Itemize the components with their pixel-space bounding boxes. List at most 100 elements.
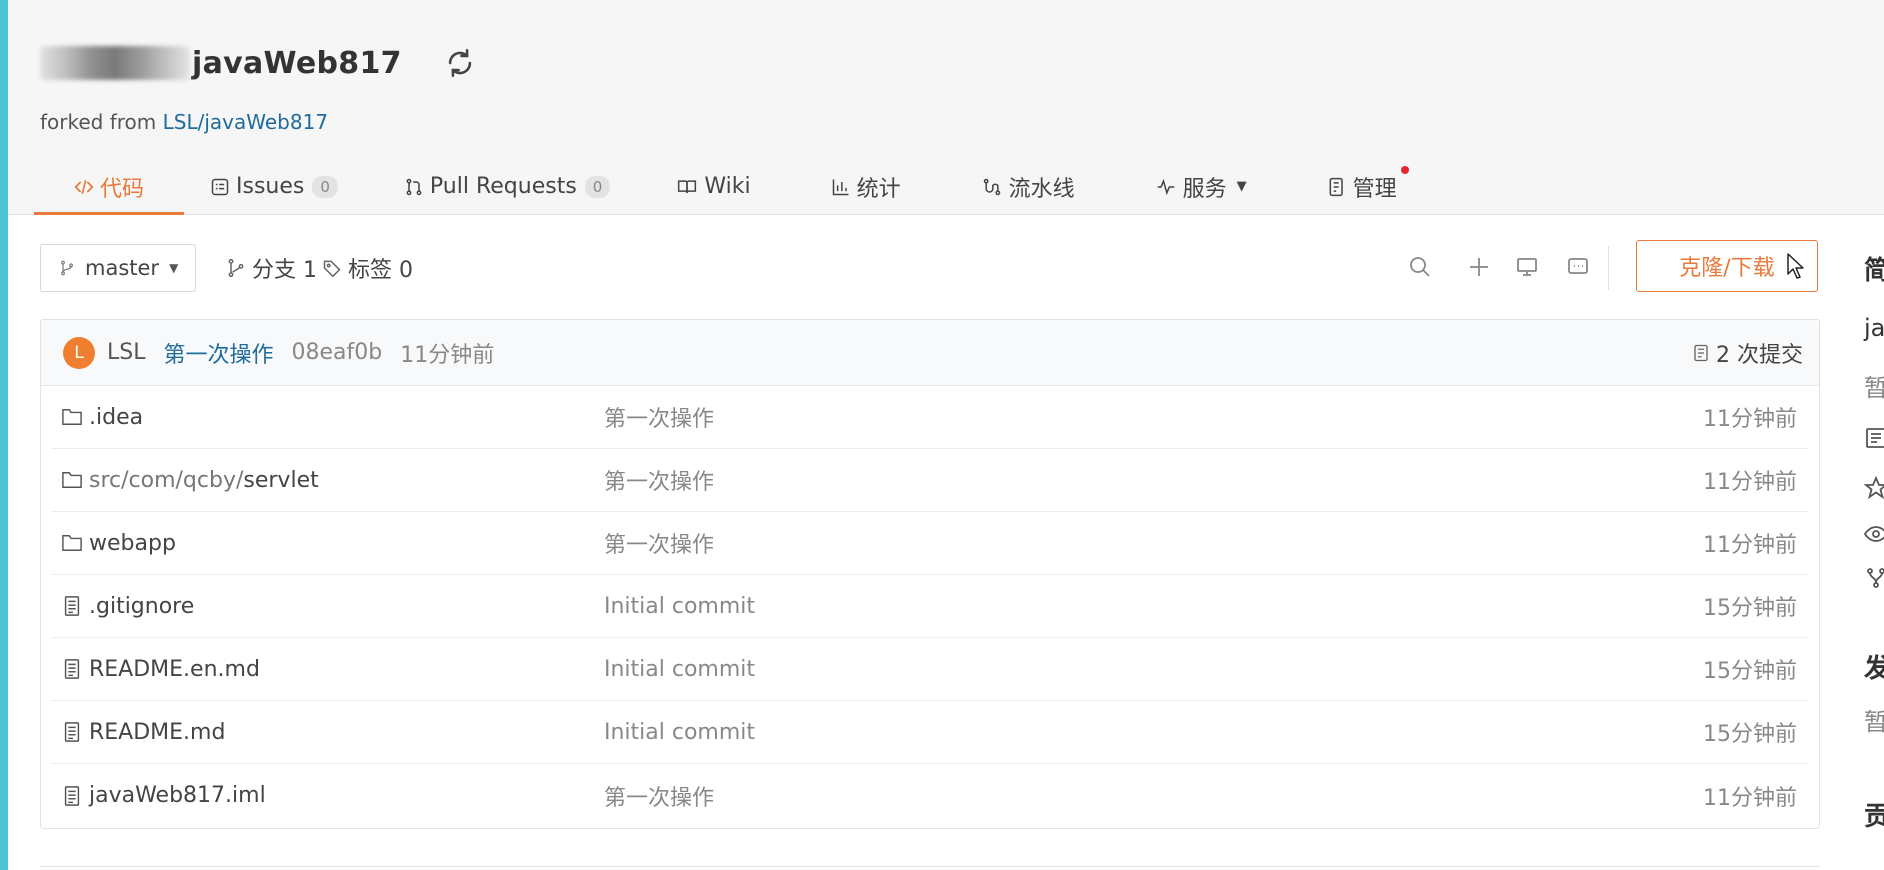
file-name-cell[interactable]: README.md [61, 720, 225, 745]
repo-toolbar: master ▼ 分支 1 标签 0 克隆/下载 [40, 240, 1820, 296]
tab-code[interactable]: 代码 [33, 158, 185, 215]
search-icon[interactable] [1405, 252, 1435, 282]
blurred-owner-name [40, 46, 190, 80]
file-name: javaWeb817.iml [89, 783, 266, 808]
file-commit-message[interactable]: 第一次操作 [604, 527, 714, 559]
tab-pull-requests[interactable]: Pull Requests 0 [404, 158, 611, 215]
tab-stats[interactable]: 统计 [831, 158, 901, 215]
file-icon [61, 785, 83, 807]
tab-manage[interactable]: 管理 [1327, 158, 1409, 215]
pipeline-icon [981, 177, 1003, 197]
tab-label: 管理 [1352, 176, 1397, 202]
branch-select[interactable]: master ▼ [40, 244, 196, 292]
table-row[interactable]: .gitignore Initial commit 15分钟前 [51, 575, 1809, 638]
clone-download-button[interactable]: 克隆/下载 [1636, 240, 1818, 292]
table-row[interactable]: javaWeb817.iml 第一次操作 11分钟前 [51, 764, 1809, 827]
repo-sidebar: 简 ja 暂 发 暂 贡 [1860, 240, 1884, 870]
table-row[interactable]: src/com/qcby/servlet 第一次操作 11分钟前 [51, 449, 1809, 512]
table-row[interactable]: README.en.md Initial commit 15分钟前 [51, 638, 1809, 701]
table-row[interactable]: .idea 第一次操作 11分钟前 [51, 386, 1809, 449]
file-name-cell[interactable]: src/com/qcby/servlet [61, 468, 319, 493]
repo-header: javaWeb817 forked from LSL/javaWeb817 代码… [8, 0, 1884, 215]
web-ide-icon[interactable] [1512, 252, 1542, 282]
caret-down-icon: ▼ [169, 261, 179, 275]
folder-icon [61, 470, 83, 490]
watch-icon[interactable] [1863, 522, 1884, 552]
branches-count: 分支 1 [252, 258, 317, 283]
file-commit-message[interactable]: 第一次操作 [604, 464, 714, 496]
file-time: 15分钟前 [1703, 659, 1797, 684]
file-time: 11分钟前 [1703, 533, 1797, 558]
file-name: webapp [89, 530, 176, 556]
code-icon [74, 177, 94, 197]
file-name-cell[interactable]: webapp [61, 531, 176, 556]
manage-icon [1327, 177, 1347, 197]
clone-label: 克隆/下载 [1679, 256, 1775, 281]
service-icon [1155, 177, 1177, 197]
sidebar-heading-releases: 发 [1864, 654, 1884, 684]
branch-name: master [85, 256, 160, 280]
tab-label: 统计 [856, 176, 901, 202]
file-name: README.en.md [89, 656, 260, 682]
table-row[interactable]: README.md Initial commit 15分钟前 [51, 701, 1809, 764]
mouse-cursor-icon [1787, 253, 1805, 285]
commit-sha[interactable]: 08eaf0b [292, 340, 383, 365]
commit-author[interactable]: LSL [107, 340, 145, 365]
star-icon[interactable] [1863, 475, 1884, 506]
pull-requests-count-badge: 0 [584, 175, 611, 198]
tab-pipeline[interactable]: 流水线 [981, 158, 1075, 215]
repo-tabs: 代码 Issues 0 Pull Requests 0 Wiki 统计 流水线 [33, 158, 1409, 215]
folder-icon [61, 407, 83, 427]
file-time: 15分钟前 [1703, 596, 1797, 621]
repo-title-row: javaWeb817 [40, 38, 478, 88]
tag-icon [322, 258, 342, 278]
commit-message-link[interactable]: 第一次操作 [163, 337, 273, 369]
file-name-cell[interactable]: javaWeb817.iml [61, 783, 266, 808]
tab-service[interactable]: 服务 ▼ [1155, 158, 1247, 215]
avatar[interactable]: L [63, 336, 95, 369]
notification-dot [1400, 166, 1409, 174]
file-commit-message[interactable]: Initial commit [604, 594, 755, 619]
branches-link[interactable]: 分支 1 [226, 252, 317, 284]
file-name-cell[interactable]: .idea [61, 405, 143, 430]
table-row[interactable]: webapp 第一次操作 11分钟前 [51, 512, 1809, 575]
repo-name[interactable]: javaWeb817 [192, 46, 402, 81]
tab-label: Issues [236, 174, 305, 199]
file-commit-message[interactable]: 第一次操作 [604, 401, 714, 433]
file-time: 11分钟前 [1703, 470, 1797, 495]
file-name: servlet [243, 467, 319, 493]
branch-icon [226, 258, 246, 278]
commits-icon [1692, 342, 1710, 364]
forked-from: forked from LSL/javaWeb817 [40, 110, 328, 134]
sync-icon[interactable] [442, 45, 478, 81]
file-commit-message[interactable]: 第一次操作 [604, 780, 714, 812]
forked-source-link[interactable]: LSL/javaWeb817 [163, 110, 328, 134]
file-icon [61, 658, 83, 680]
latest-commit-row: L LSL 第一次操作 08eaf0b 11分钟前 2 次提交 [41, 320, 1819, 386]
tab-wiki[interactable]: Wiki [676, 158, 751, 215]
file-commit-message[interactable]: Initial commit [604, 657, 755, 682]
file-name-cell[interactable]: README.en.md [61, 657, 260, 682]
wiki-icon [676, 177, 698, 197]
file-icon [61, 595, 83, 617]
sidebar-releases-empty: 暂 [1864, 708, 1884, 736]
fork-icon[interactable] [1864, 566, 1884, 596]
add-icon[interactable] [1464, 252, 1494, 282]
tags-count: 标签 0 [348, 258, 413, 283]
file-name-cell[interactable]: .gitignore [61, 594, 194, 619]
tab-issues[interactable]: Issues 0 [210, 158, 338, 215]
sidebar-heading-intro: 简 [1864, 256, 1884, 286]
commit-time: 11分钟前 [400, 342, 495, 368]
readme-icon[interactable] [1864, 426, 1884, 456]
issues-count-badge: 0 [312, 175, 338, 198]
commits-count-link[interactable]: 2 次提交 [1692, 320, 1803, 386]
tags-link[interactable]: 标签 0 [322, 252, 413, 284]
sidebar-empty-text: 暂 [1864, 374, 1884, 402]
file-time: 11分钟前 [1703, 407, 1797, 432]
file-commit-message[interactable]: Initial commit [604, 720, 755, 745]
forked-prefix: forked from [40, 110, 163, 134]
tab-label: 服务 [1182, 176, 1227, 202]
commits-count: 2 次提交 [1716, 343, 1803, 368]
comment-icon[interactable] [1563, 252, 1593, 282]
stats-icon [831, 177, 851, 197]
